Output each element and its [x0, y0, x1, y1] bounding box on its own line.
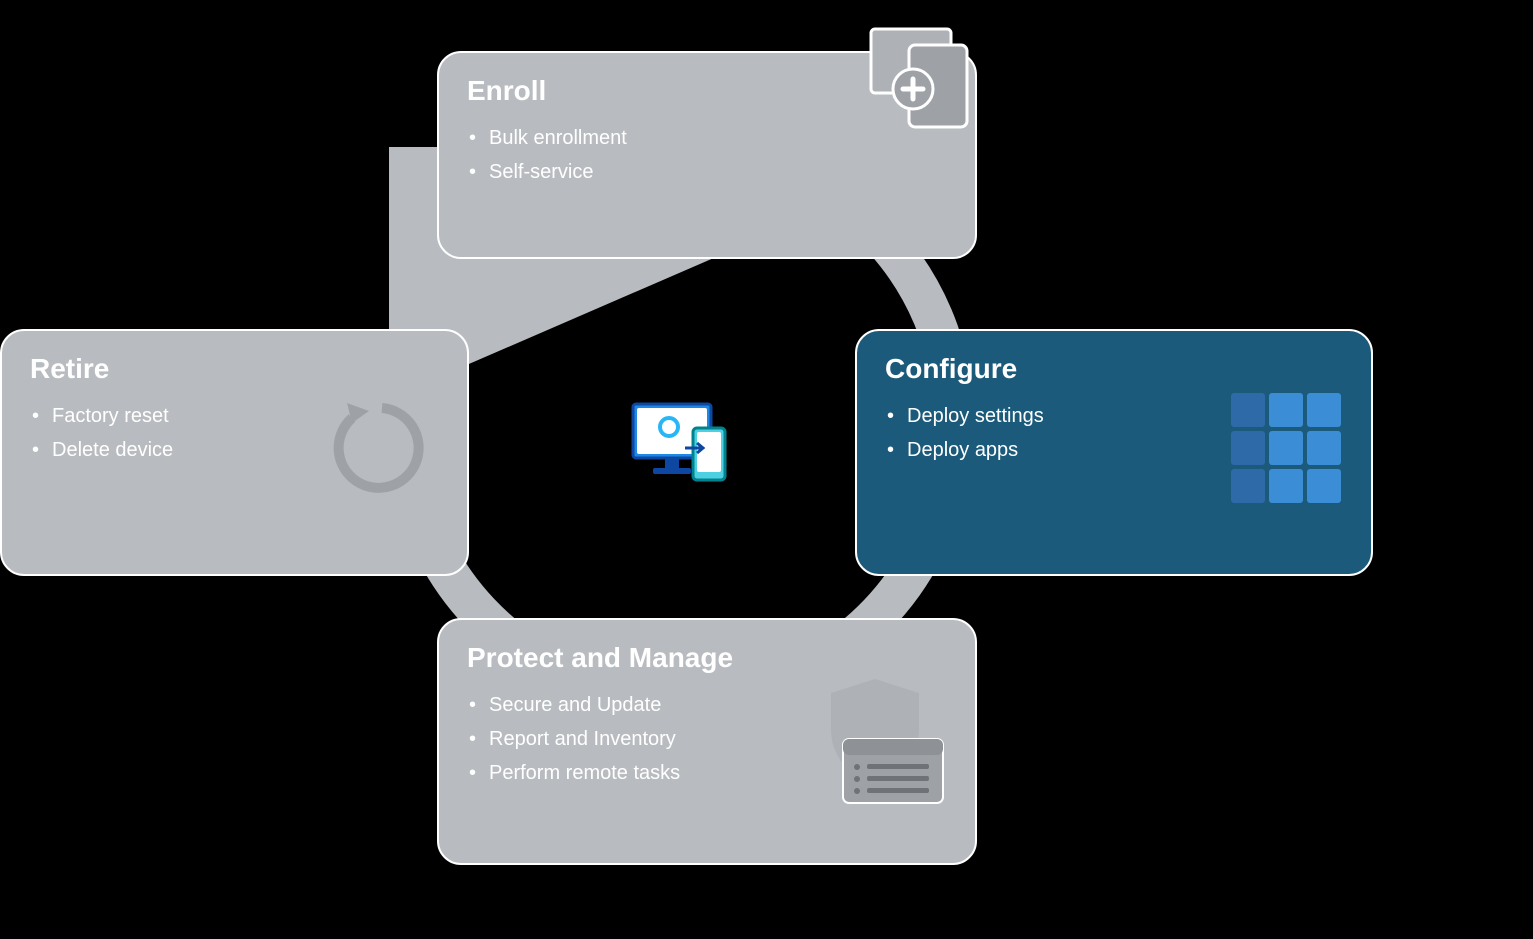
- stage-item: Deploy settings: [885, 399, 1343, 433]
- stage-item: Self-service: [467, 155, 947, 189]
- stage-item: Deploy apps: [885, 433, 1343, 467]
- stage-item: Bulk enrollment: [467, 121, 947, 155]
- stage-card-retire: Retire Factory reset Delete device: [0, 329, 469, 576]
- stage-items: Deploy settings Deploy apps: [885, 399, 1343, 467]
- device-lifecycle-diagram: Enroll Bulk enrollment Self-service Conf…: [0, 0, 1533, 939]
- stage-item: Perform remote tasks: [467, 756, 947, 790]
- stage-title: Protect and Manage: [467, 642, 947, 674]
- stage-items: Factory reset Delete device: [30, 399, 439, 467]
- stage-item: Factory reset: [30, 399, 439, 433]
- stage-item: Report and Inventory: [467, 722, 947, 756]
- stage-card-enroll: Enroll Bulk enrollment Self-service: [437, 51, 977, 259]
- stage-card-protect: Protect and Manage Secure and Update Rep…: [437, 618, 977, 865]
- stage-card-configure: Configure Deploy settings Deploy apps: [855, 329, 1373, 576]
- stage-title: Retire: [30, 353, 439, 385]
- stage-items: Bulk enrollment Self-service: [467, 121, 947, 189]
- stage-title: Configure: [885, 353, 1343, 385]
- stage-item: Secure and Update: [467, 688, 947, 722]
- devices-plus-icon: [865, 23, 985, 133]
- center-intune-icon: [631, 402, 741, 487]
- stage-item: Delete device: [30, 433, 439, 467]
- stage-items: Secure and Update Report and Inventory P…: [467, 688, 947, 790]
